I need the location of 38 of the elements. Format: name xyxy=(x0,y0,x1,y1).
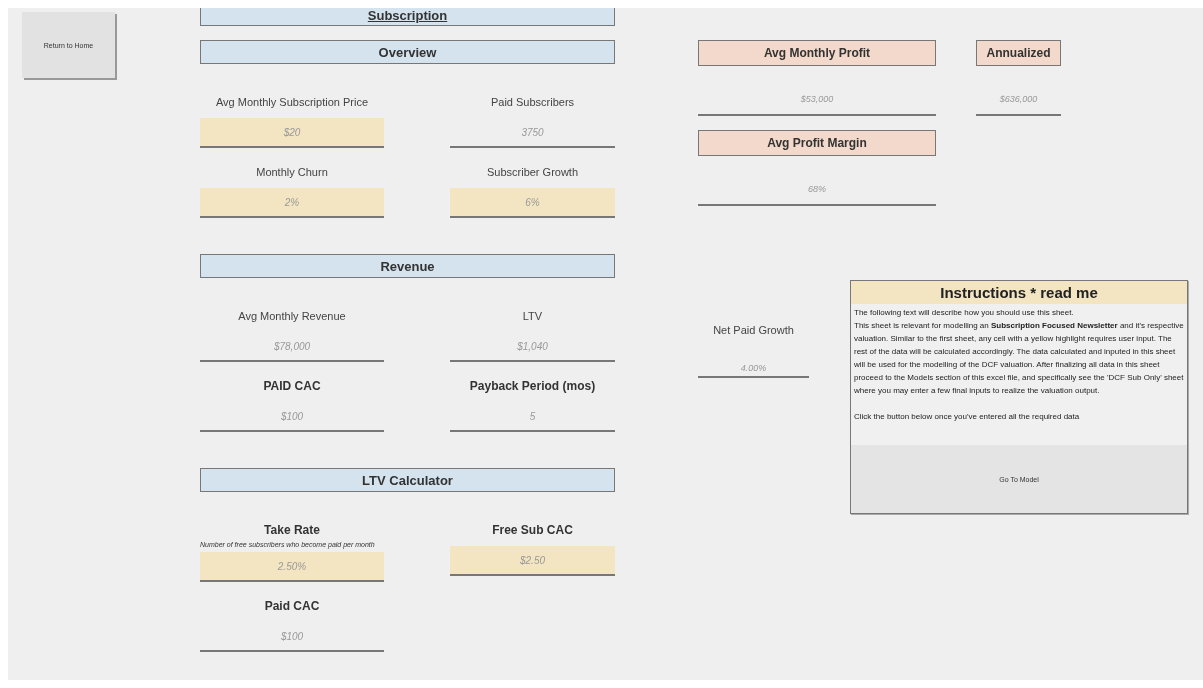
value-field: 5 xyxy=(450,402,615,432)
value-field: 4.00% xyxy=(698,340,809,378)
section-header: Revenue xyxy=(200,254,615,278)
metric-header: Avg Profit Margin xyxy=(698,130,936,156)
field-label: LTV xyxy=(521,309,544,324)
instructions-text: The following text will describe how you should use this sheet. xyxy=(854,307,1075,319)
field-label: Avg Monthly Revenue xyxy=(237,309,347,324)
instructions-text: Click the button below once you've entered all the required data xyxy=(854,411,1081,423)
field-label: Net Paid Growth xyxy=(712,323,795,338)
field-label: Payback Period (mos) xyxy=(468,378,597,395)
instructions-title: Instructions * read me xyxy=(851,281,1187,304)
input-field[interactable]: $20 xyxy=(200,118,384,148)
input-field[interactable]: 6% xyxy=(450,188,615,218)
value-field: $78,000 xyxy=(200,332,384,362)
value-field: 68% xyxy=(698,156,936,206)
field-label: Paid CAC xyxy=(263,598,321,615)
value-field: $53,000 xyxy=(698,66,936,116)
instructions-text: This sheet is relevant for modelling an Subscription Focused Newsletter and it's respective valuation. Similar to the first sheet, any cell with a yellow highlight requires user input. The rest of the data will be calculated accordingly. The data calculated and inputed in this sheet will be used for the modelling of the DCF valuation. After finalizing all data in this sheet proceed to the Models section of this excel file, and specifically see the 'DCF Sub Only' sheet where you may enter a few final inputs to realize the valuation output. xyxy=(854,320,1184,397)
value-field: $100 xyxy=(200,622,384,652)
value-field: $1,040 xyxy=(450,332,615,362)
value-field: 3750 xyxy=(450,118,615,148)
field-label: Subscriber Growth xyxy=(485,165,580,180)
input-field[interactable]: 2.50% xyxy=(200,552,384,582)
section-header: LTV Calculator xyxy=(200,468,615,492)
field-label: PAID CAC xyxy=(262,378,322,395)
input-field[interactable]: $2.50 xyxy=(450,546,615,576)
metric-header: Annualized xyxy=(976,40,1061,66)
section-header: Subscription xyxy=(200,8,615,26)
section-header: Overview xyxy=(200,40,615,64)
field-label: Monthly Churn xyxy=(255,165,329,180)
value-field: $100 xyxy=(200,402,384,432)
field-label: Paid Subscribers xyxy=(489,95,576,110)
value-field: $636,000 xyxy=(976,66,1061,116)
metric-header: Avg Monthly Profit xyxy=(698,40,936,66)
field-label: Take Rate xyxy=(263,522,321,539)
field-label: Free Sub CAC xyxy=(491,522,574,539)
input-field[interactable]: 2% xyxy=(200,188,384,218)
field-label: Avg Monthly Subscription Price xyxy=(214,95,369,110)
